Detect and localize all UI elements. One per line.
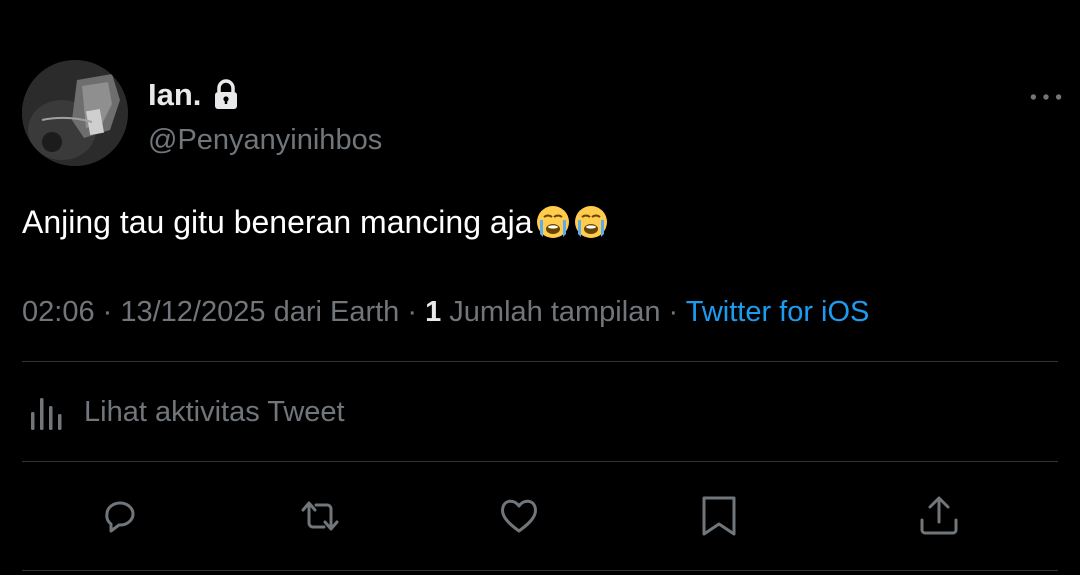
reply-icon	[105, 501, 135, 533]
share-icon	[920, 496, 958, 535]
retweet-button[interactable]	[298, 494, 342, 538]
share-button[interactable]	[917, 494, 961, 538]
more-icon	[1030, 94, 1062, 100]
meta-separator: ·	[94, 296, 121, 328]
loudly-crying-face-emoji	[535, 204, 571, 240]
reply-button[interactable]	[98, 494, 142, 538]
tweet-time[interactable]: 02:06	[22, 296, 95, 328]
tweet-metadata: 02:06 · 13/12/2025 dari Earth · 1 Jumlah…	[22, 293, 869, 331]
display-name-text[interactable]: Ian.	[148, 76, 201, 114]
loudly-crying-face-emoji	[573, 204, 609, 240]
lock-icon	[211, 79, 241, 111]
like-button[interactable]	[497, 494, 541, 538]
views-label: Jumlah tampilan	[441, 296, 661, 328]
user-handle[interactable]: @Penyanyinihbos	[148, 122, 382, 158]
tweet-location: dari Earth	[265, 296, 400, 328]
avatar-photo	[22, 60, 128, 166]
avatar[interactable]	[22, 60, 128, 166]
tweet-activity-label: Lihat aktivitas Tweet	[84, 396, 345, 428]
tweet-text: Anjing tau gitu beneran mancing aja	[22, 200, 609, 244]
bookmark-icon	[702, 496, 736, 536]
tweet-activity-link[interactable]: Lihat aktivitas Tweet	[28, 392, 345, 432]
divider	[22, 570, 1058, 571]
divider	[22, 361, 1058, 362]
display-name[interactable]: Ian.	[148, 76, 241, 114]
analytics-icon	[28, 392, 68, 432]
more-options-button[interactable]	[1026, 82, 1066, 112]
meta-separator: ·	[399, 296, 426, 328]
bookmark-button[interactable]	[697, 494, 741, 538]
tweet-detail: Ian. @Penyanyinihbos Anjing tau gitu ben…	[0, 0, 1080, 575]
meta-separator: ·	[660, 296, 686, 328]
divider	[22, 461, 1058, 462]
views-count: 1	[425, 296, 442, 328]
tweet-source-link[interactable]: Twitter for iOS	[686, 296, 870, 328]
like-icon	[501, 499, 537, 533]
tweet-date[interactable]: 13/12/2025	[120, 296, 265, 328]
tweet-text-content: Anjing tau gitu beneran mancing aja	[22, 204, 533, 240]
retweet-icon	[301, 501, 339, 531]
